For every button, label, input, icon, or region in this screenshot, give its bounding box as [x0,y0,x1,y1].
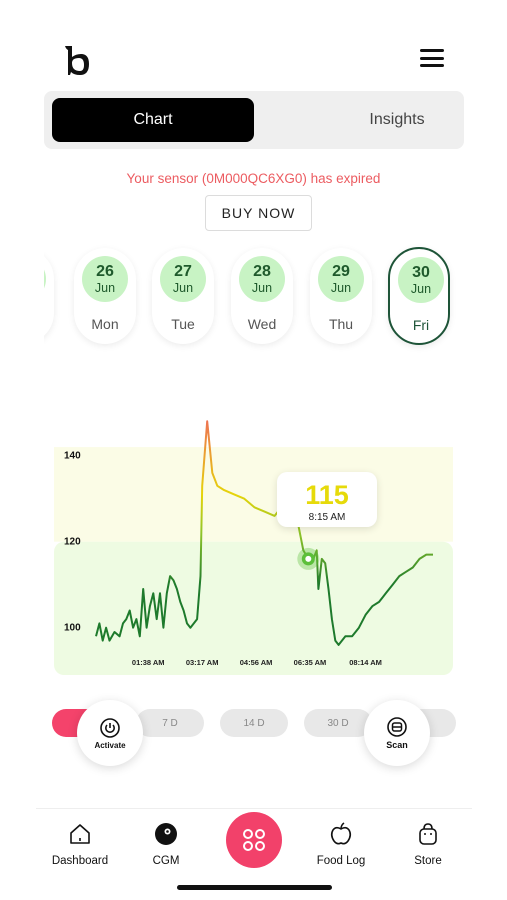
apple-icon [330,822,352,845]
day-item-29[interactable]: 29 Jun Thu [310,248,372,344]
day-month: Jun [251,281,273,295]
x-tick-label: 01:38 AM [132,658,165,667]
range-band [54,447,453,542]
day-month: Jun [330,281,352,295]
day-item-28[interactable]: 28 Jun Wed [231,248,293,344]
day-selector: 26 Jun Mon 27 Jun Tue 28 Jun Wed 29 Jun … [44,243,464,355]
day-weekday: Tue [171,316,195,332]
day-month: Jun [172,281,194,295]
tooltip-time: 8:15 AM [308,512,346,523]
buy-now-button[interactable]: BUY NOW [205,195,312,231]
day-weekday: Mon [91,316,119,332]
nav-label-store: Store [414,855,442,867]
nav-item-cgm[interactable]: CGM [126,819,206,867]
day-weekday: Thu [328,316,354,332]
tab-chart[interactable]: Chart [52,98,254,142]
day-item-30-selected[interactable]: 30 Jun Fri [388,247,450,345]
x-tick-label: 08:14 AM [349,658,382,667]
day-number: 28 [253,263,271,280]
range-chip-30d[interactable]: 30 D [304,709,372,737]
hamburger-menu-icon[interactable] [420,49,444,69]
x-tick-label: 04:56 AM [240,658,273,667]
b-logo-icon[interactable] [62,44,92,78]
day-bubble: 28 Jun [239,256,285,302]
day-item-26[interactable]: 26 Jun Mon [74,248,136,344]
activate-button[interactable]: Activate [77,700,143,766]
glucose-chart-svg[interactable]: 100 120 140 01:38 AM 03:17 AM 04:56 AM 06:35 A… [0,395,507,685]
range-chip-14d[interactable]: 14 D [220,709,288,737]
range-band [54,541,453,675]
x-tick-label: 03:17 AM [186,658,219,667]
center-app-icon [243,829,265,851]
tab-insights[interactable]: Insights [296,98,498,142]
day-weekday: Wed [247,316,277,332]
day-number: 29 [332,263,350,280]
sensor-expired-message: Your sensor (0M000QC6XG0) has expired [126,171,381,186]
day-number: 27 [174,263,192,280]
scan-button[interactable]: Scan [364,700,430,766]
dashboard-home-icon [70,824,90,844]
glucose-chart: 100 120 140 01:38 AM 03:17 AM 04:56 AM 06:35 A… [0,395,507,685]
nav-item-food-log[interactable]: Food Log [301,819,381,867]
tooltip-value: 115 [305,480,349,510]
nav-item-dashboard[interactable]: Dashboard [40,819,120,867]
x-tick-label: 06:35 AM [294,658,327,667]
y-tick-label: 140 [64,451,81,462]
day-bubble: 27 Jun [160,256,206,302]
home-indicator [177,885,332,890]
day-weekday: Fri [412,317,430,333]
day-month: Jun [410,282,432,296]
chart-insights-toggle: Chart Insights [44,91,464,149]
glucose-tooltip: 115 8:15 AM [277,472,377,527]
day-number: 26 [96,263,114,280]
day-bubble: 26 Jun [82,256,128,302]
cgm-sensor-icon [155,823,177,845]
scan-label: Scan [386,740,408,750]
day-bubble: 30 Jun [398,257,444,303]
activate-label: Activate [94,740,126,750]
day-month: Jun [94,281,116,295]
day-bubble [44,256,46,302]
nav-label-cgm: CGM [152,855,180,867]
day-item-previous[interactable] [44,248,54,344]
range-chip-7d[interactable]: 7 D [136,709,204,737]
nav-item-store[interactable]: Store [388,819,468,867]
nav-label-food-log: Food Log [316,855,366,867]
scan-icon [387,717,407,737]
store-bag-icon [419,823,437,845]
day-item-27[interactable]: 27 Jun Tue [152,248,214,344]
power-icon [100,717,120,738]
nav-label-dashboard: Dashboard [51,855,109,867]
day-bubble: 29 Jun [318,256,364,302]
center-app-button[interactable] [226,812,282,868]
y-tick-label: 120 [64,537,81,548]
y-tick-label: 100 [64,623,81,634]
day-number: 30 [412,264,430,281]
highlight-point-center [305,555,312,562]
